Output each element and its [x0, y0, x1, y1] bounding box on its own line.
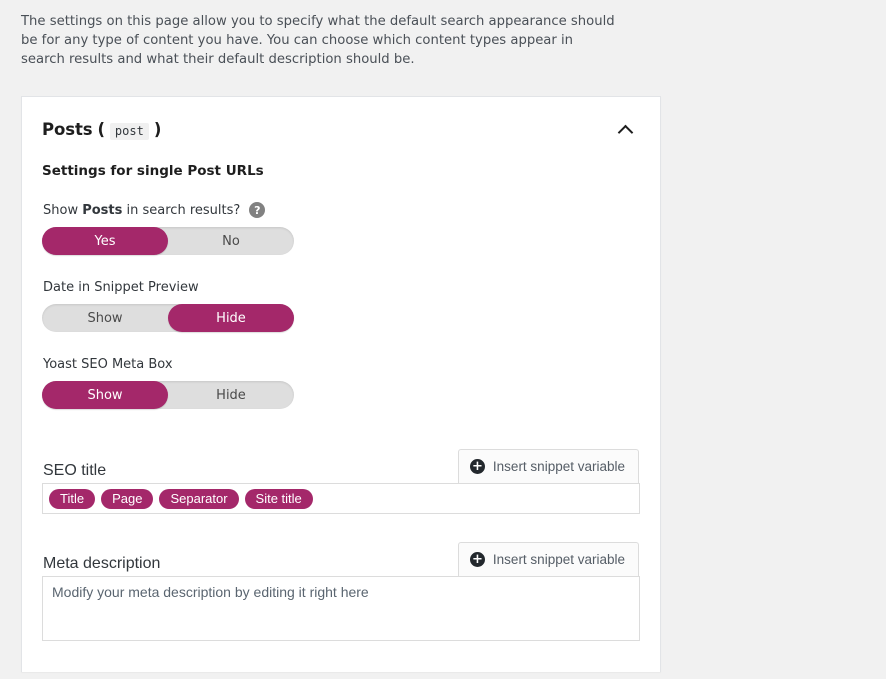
- section-subtitle: Settings for single Post URLs: [42, 163, 264, 179]
- snippet-token-page[interactable]: Page: [101, 488, 154, 509]
- seo-title-block: SEO title + Insert snippet variable Titl…: [42, 449, 640, 514]
- snippet-token-site-title[interactable]: Site title: [244, 488, 313, 509]
- plus-circle-icon: +: [469, 552, 485, 567]
- show-in-search-option-yes[interactable]: Yes: [42, 227, 168, 255]
- label-strong: Posts: [82, 202, 123, 218]
- meta-box-toggle[interactable]: Show Hide: [42, 381, 294, 409]
- date-snippet-option-hide[interactable]: Hide: [168, 304, 294, 332]
- meta-description-input[interactable]: Modify your meta description by editing …: [42, 576, 640, 641]
- paren-open: (: [97, 120, 105, 139]
- show-in-search-label: Show Posts in search results? ?: [43, 202, 640, 218]
- meta-box-option-hide[interactable]: Hide: [168, 381, 294, 409]
- plus-circle-icon: +: [469, 459, 485, 474]
- seo-title-input[interactable]: Title Page Separator Site title: [42, 483, 640, 514]
- insert-button-label: Insert snippet variable: [492, 459, 625, 474]
- meta-description-label: Meta description: [43, 555, 161, 572]
- help-icon[interactable]: ?: [249, 202, 266, 218]
- snippet-token-title[interactable]: Title: [49, 488, 96, 509]
- meta-description-header: Meta description + Insert snippet variab…: [42, 542, 640, 576]
- collapse-toggle-button[interactable]: [612, 117, 638, 143]
- post-type-settings-card: Posts ( post ) Settings for single Post …: [21, 96, 661, 672]
- seo-title-label: SEO title: [43, 462, 107, 479]
- insert-button-label: Insert snippet variable: [492, 552, 625, 567]
- date-snippet-option-show[interactable]: Show: [42, 304, 168, 332]
- meta-box-label: Yoast SEO Meta Box: [43, 357, 173, 372]
- meta-box-option-show[interactable]: Show: [42, 381, 168, 409]
- meta-description-insert-snippet-variable-button[interactable]: + Insert snippet variable: [457, 542, 639, 576]
- paren-close: ): [153, 120, 162, 139]
- snippet-token-separator[interactable]: Separator: [159, 488, 239, 509]
- label-suffix: in search results?: [126, 202, 241, 218]
- page-title: Posts ( post ): [42, 120, 161, 140]
- show-in-search-option-no[interactable]: No: [168, 227, 294, 255]
- page-intro-text: The settings on this page allow you to s…: [21, 14, 615, 67]
- show-in-search-toggle[interactable]: Yes No: [42, 227, 294, 255]
- date-snippet-label: Date in Snippet Preview: [43, 280, 199, 295]
- seo-title-insert-snippet-variable-button[interactable]: + Insert snippet variable: [457, 449, 639, 483]
- date-snippet-toggle[interactable]: Show Hide: [42, 304, 294, 332]
- meta-description-block: Meta description + Insert snippet variab…: [42, 542, 640, 641]
- card-header: Posts ( post ): [42, 117, 640, 143]
- label-prefix: Show: [43, 202, 79, 218]
- chevron-up-icon: [617, 124, 633, 140]
- card-title-text: Posts: [42, 120, 93, 139]
- seo-title-header: SEO title + Insert snippet variable: [42, 449, 640, 483]
- post-type-slug: post: [109, 123, 149, 140]
- card-content: Posts ( post ) Settings for single Post …: [22, 97, 660, 672]
